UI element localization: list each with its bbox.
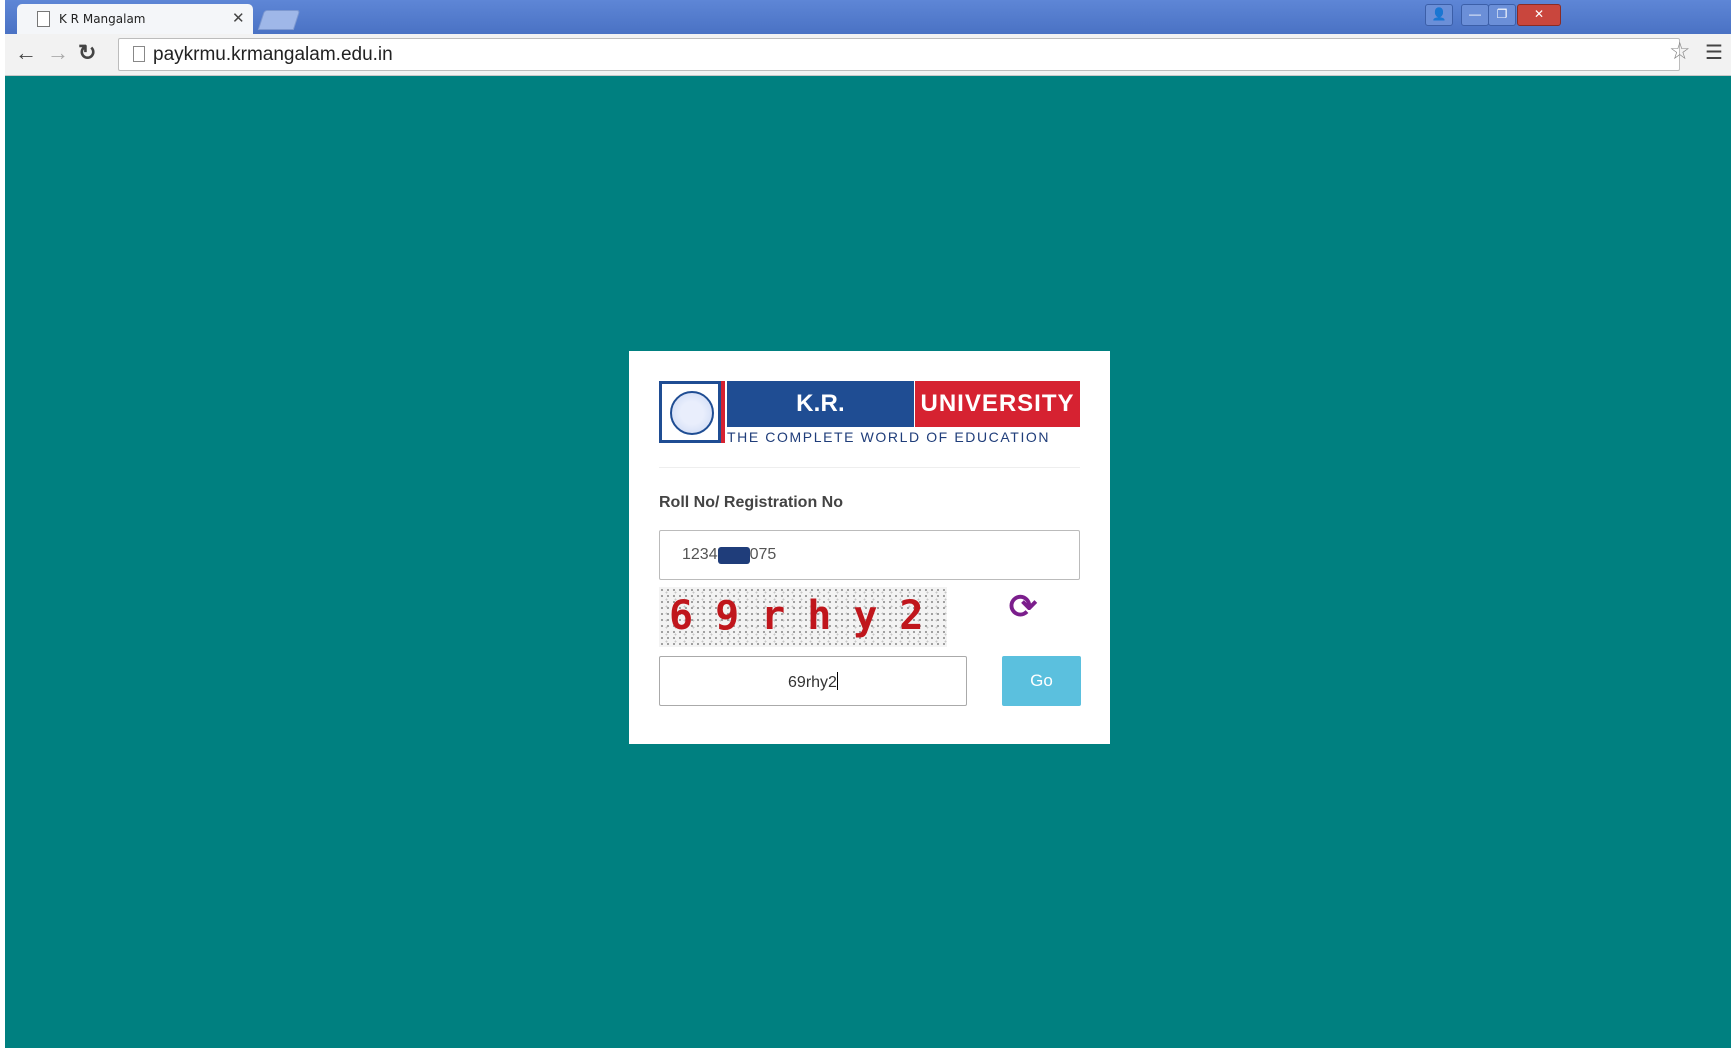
- captcha-image: 69rhy2: [659, 587, 947, 647]
- star-icon[interactable]: ☆: [1669, 37, 1691, 66]
- address-bar[interactable]: paykrmu.krmangalam.edu.in: [118, 38, 1680, 71]
- page-background: K.R. MANGALAM UNIVERSITY THE COMPLETE WO…: [5, 76, 1731, 1048]
- logo-name-part2: UNIVERSITY: [915, 381, 1080, 427]
- captcha-input[interactable]: 69rhy2: [659, 656, 967, 706]
- logo-name-part1: K.R. MANGALAM: [727, 381, 914, 463]
- profile-icon[interactable]: 👤: [1425, 4, 1453, 26]
- roll-number-label: Roll No/ Registration No: [659, 494, 843, 511]
- redaction-mask: [718, 547, 750, 564]
- url-text[interactable]: paykrmu.krmangalam.edu.in: [153, 44, 393, 66]
- login-card: K.R. MANGALAM UNIVERSITY THE COMPLETE WO…: [629, 351, 1110, 744]
- hamburger-menu-icon[interactable]: ☰: [1705, 40, 1723, 65]
- captcha-input-value: 69rhy2: [788, 672, 838, 691]
- seal-emblem: [670, 391, 714, 435]
- captcha-text: 69rhy2: [669, 593, 946, 639]
- refresh-captcha-icon[interactable]: ⟳: [1005, 589, 1041, 625]
- university-logo: K.R. MANGALAM UNIVERSITY THE COMPLETE WO…: [659, 381, 1080, 463]
- new-tab-button[interactable]: [257, 10, 301, 30]
- tab-title: K R Mangalam: [59, 12, 146, 26]
- browser-tab[interactable]: K R Mangalam ✕: [17, 4, 253, 34]
- forward-arrow-icon[interactable]: →: [47, 42, 69, 64]
- roll-number-input[interactable]: 1234 075: [659, 530, 1080, 580]
- close-tab-icon[interactable]: ✕: [232, 9, 245, 27]
- reload-icon[interactable]: ↻: [78, 42, 96, 64]
- page-icon: [37, 11, 50, 27]
- close-window-button[interactable]: ✕: [1517, 4, 1561, 26]
- university-seal-icon: [659, 381, 721, 443]
- restore-button[interactable]: ❐: [1488, 4, 1516, 26]
- browser-title-bar: K R Mangalam ✕ 👤 — ❐ ✕: [5, 0, 1731, 34]
- minimize-button[interactable]: —: [1461, 4, 1489, 26]
- logo-tagline: THE COMPLETE WORLD OF EDUCATION: [727, 429, 1051, 445]
- page-icon: [133, 46, 145, 62]
- browser-toolbar: ← → ↻ paykrmu.krmangalam.edu.in ☆ ☰: [5, 34, 1731, 76]
- text-caret: [836, 672, 838, 690]
- go-button[interactable]: Go: [1002, 656, 1081, 706]
- divider: [659, 467, 1080, 468]
- browser-window: K R Mangalam ✕ 👤 — ❐ ✕ ← → ↻ paykrmu.krm…: [0, 0, 1736, 1048]
- back-arrow-icon[interactable]: ←: [15, 42, 37, 64]
- logo-divider: [721, 381, 725, 443]
